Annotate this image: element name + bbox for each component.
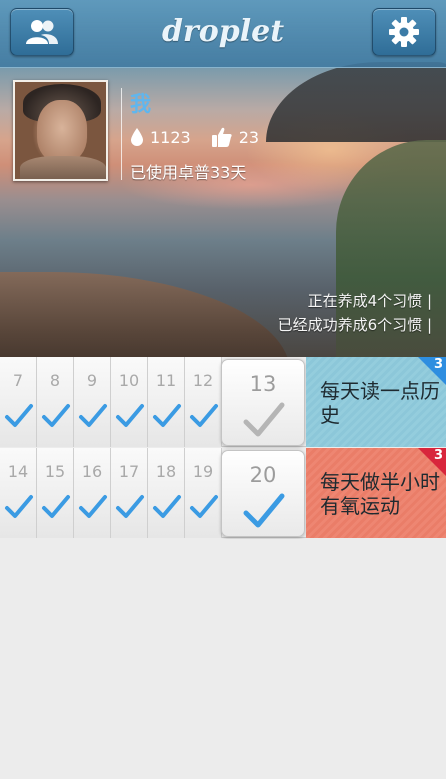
likes-stat: 23	[211, 126, 259, 148]
today-check-button[interactable]: 20	[221, 450, 305, 537]
day-cell[interactable]: 15	[37, 448, 74, 538]
check-icon	[153, 404, 181, 427]
check-icon	[42, 495, 70, 518]
habit-row: 14 15 16 17 18 19 20 每天做半小时有氧运动 3	[0, 448, 446, 538]
day-cell[interactable]: 16	[74, 448, 111, 538]
day-cell[interactable]: 10	[111, 357, 148, 447]
check-icon	[5, 495, 33, 518]
check-icon	[116, 495, 144, 518]
day-cell[interactable]: 8	[37, 357, 74, 447]
check-icon	[5, 404, 33, 427]
check-icon	[190, 495, 218, 518]
habit-badge-count: 3	[433, 357, 443, 372]
habits-in-progress[interactable]: 正在养成4个习惯 |	[278, 289, 432, 313]
check-icon	[190, 404, 218, 427]
habit-summary: 正在养成4个习惯 | 已经成功养成6个习惯 |	[278, 289, 432, 337]
habit-badge-count: 3	[433, 448, 443, 463]
thumbs-up-icon	[211, 127, 232, 147]
check-icon	[42, 404, 70, 427]
check-icon	[243, 493, 285, 528]
day-cell[interactable]: 12	[185, 357, 222, 447]
habit-card[interactable]: 每天读一点历史 3	[306, 357, 446, 447]
check-icon	[79, 404, 107, 427]
day-cell[interactable]: 19	[185, 448, 222, 538]
empty-list-area	[0, 539, 446, 779]
habit-row: 7 8 9 10 11 12 13 每天读一点历史 3	[0, 357, 446, 447]
background-rocks	[0, 272, 290, 357]
check-icon	[116, 404, 144, 427]
habit-card[interactable]: 每天做半小时有氧运动 3	[306, 448, 446, 538]
drop-icon	[131, 128, 143, 146]
profile-stats: 1123 23	[130, 126, 279, 148]
drops-count: 1123	[150, 127, 191, 147]
drops-stat: 1123	[130, 127, 191, 147]
profile-hero: droplet 我 1123 23 已使用卓普33天 正在养成4个习惯 | 已经…	[0, 0, 446, 357]
habit-title: 每天读一点历史	[320, 379, 440, 427]
gear-icon	[389, 17, 419, 47]
day-cell[interactable]: 9	[74, 357, 111, 447]
habits-completed[interactable]: 已经成功养成6个习惯 |	[278, 313, 432, 337]
check-icon	[243, 402, 285, 437]
today-check-button[interactable]: 13	[221, 359, 305, 446]
likes-count: 23	[238, 127, 260, 147]
day-cell[interactable]: 7	[0, 357, 37, 447]
user-name[interactable]: 我	[130, 88, 151, 118]
used-days-text: 已使用卓普33天	[130, 163, 247, 182]
day-cell[interactable]: 18	[148, 448, 185, 538]
check-icon	[153, 495, 181, 518]
avatar[interactable]	[13, 80, 108, 181]
settings-button[interactable]	[372, 8, 436, 56]
profile-divider	[121, 88, 122, 180]
day-cell[interactable]: 11	[148, 357, 185, 447]
day-cell[interactable]: 17	[111, 448, 148, 538]
check-icon	[79, 495, 107, 518]
day-cell[interactable]: 14	[0, 448, 37, 538]
top-bar: droplet	[0, 0, 446, 68]
habit-title: 每天做半小时有氧运动	[320, 470, 440, 518]
background-cliff	[266, 62, 446, 142]
